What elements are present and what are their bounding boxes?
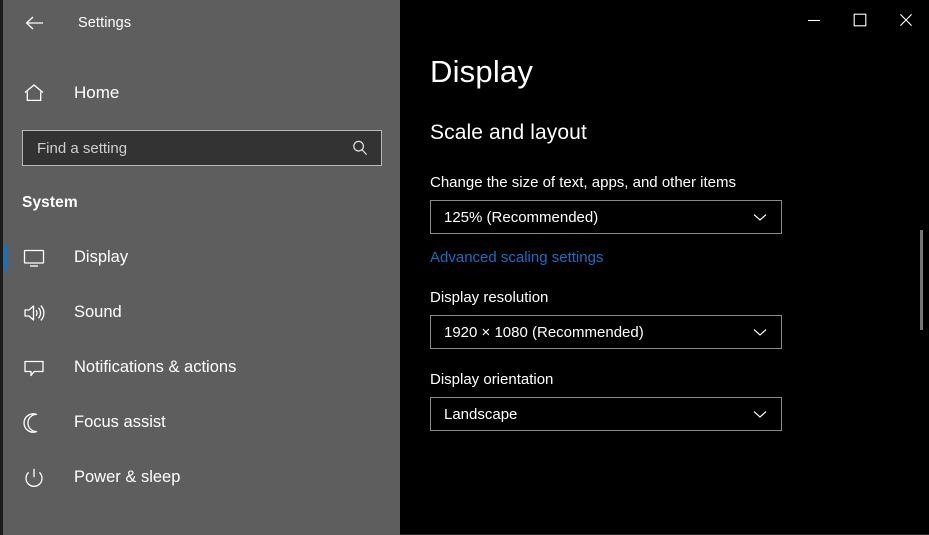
sidebar-item-power-sleep[interactable]: Power & sleep — [0, 450, 400, 505]
speech-bubble-icon — [20, 357, 48, 379]
moon-icon — [20, 412, 48, 434]
sidebar-item-display[interactable]: Display — [0, 230, 400, 285]
search-box[interactable] — [22, 130, 382, 166]
maximize-button[interactable] — [837, 0, 883, 40]
orientation-dropdown-value: Landscape — [444, 405, 518, 423]
settings-window: Settings Home System — [0, 0, 929, 535]
sidebar: Settings Home System — [0, 0, 400, 535]
sidebar-item-home-label: Home — [74, 83, 120, 102]
scale-field-label: Change the size of text, apps, and other… — [430, 174, 737, 191]
section-title-scale-and-layout: Scale and layout — [430, 121, 587, 144]
chevron-down-icon — [749, 409, 771, 419]
search-icon[interactable] — [349, 139, 371, 157]
home-icon — [20, 83, 48, 103]
chevron-down-icon — [749, 327, 771, 337]
resolution-dropdown[interactable]: 1920 × 1080 (Recommended) — [430, 315, 782, 349]
resolution-dropdown-value: 1920 × 1080 (Recommended) — [444, 323, 644, 341]
close-button[interactable] — [883, 0, 929, 40]
scale-dropdown[interactable]: 125% (Recommended) — [430, 200, 782, 234]
monitor-icon — [20, 247, 48, 269]
power-icon — [20, 467, 48, 489]
back-arrow-icon — [25, 15, 45, 31]
sidebar-item-sound-label: Sound — [74, 303, 122, 321]
search-input[interactable] — [37, 139, 349, 157]
sidebar-item-display-label: Display — [74, 248, 129, 266]
main-panel: Display Scale and layout Change the size… — [400, 0, 929, 535]
chevron-down-icon — [749, 212, 771, 222]
sidebar-item-notifications-label: Notifications & actions — [74, 358, 237, 376]
minimize-button[interactable] — [791, 0, 837, 40]
selection-indicator — [4, 244, 7, 271]
speaker-icon — [20, 302, 48, 324]
orientation-field-label: Display orientation — [430, 371, 554, 388]
sidebar-titlebar: Settings — [0, 0, 400, 46]
minimize-icon — [807, 14, 821, 26]
app-title: Settings — [78, 15, 132, 31]
scale-dropdown-value: 125% (Recommended) — [444, 208, 599, 226]
maximize-icon — [853, 13, 867, 27]
close-icon — [899, 13, 913, 27]
window-controls — [791, 0, 929, 40]
sidebar-item-power-sleep-label: Power & sleep — [74, 468, 181, 486]
sidebar-group-header: System — [22, 194, 78, 211]
advanced-scaling-settings-link[interactable]: Advanced scaling settings — [430, 249, 603, 266]
scrollbar[interactable] — [913, 40, 929, 535]
orientation-dropdown[interactable]: Landscape — [430, 397, 782, 431]
scrollbar-thumb[interactable] — [920, 230, 923, 330]
display-settings-content: Display Scale and layout Change the size… — [400, 0, 929, 431]
back-button[interactable] — [18, 8, 52, 38]
sidebar-item-focus-assist[interactable]: Focus assist — [0, 395, 400, 450]
sidebar-item-sound[interactable]: Sound — [0, 285, 400, 340]
sidebar-item-focus-assist-label: Focus assist — [74, 413, 166, 431]
sidebar-nav-list: Display Sound Notifications & actions Fo… — [0, 230, 400, 505]
sidebar-item-notifications[interactable]: Notifications & actions — [0, 340, 400, 395]
resolution-field-label: Display resolution — [430, 289, 549, 306]
page-title: Display — [430, 54, 534, 89]
sidebar-item-home[interactable]: Home — [0, 71, 400, 115]
